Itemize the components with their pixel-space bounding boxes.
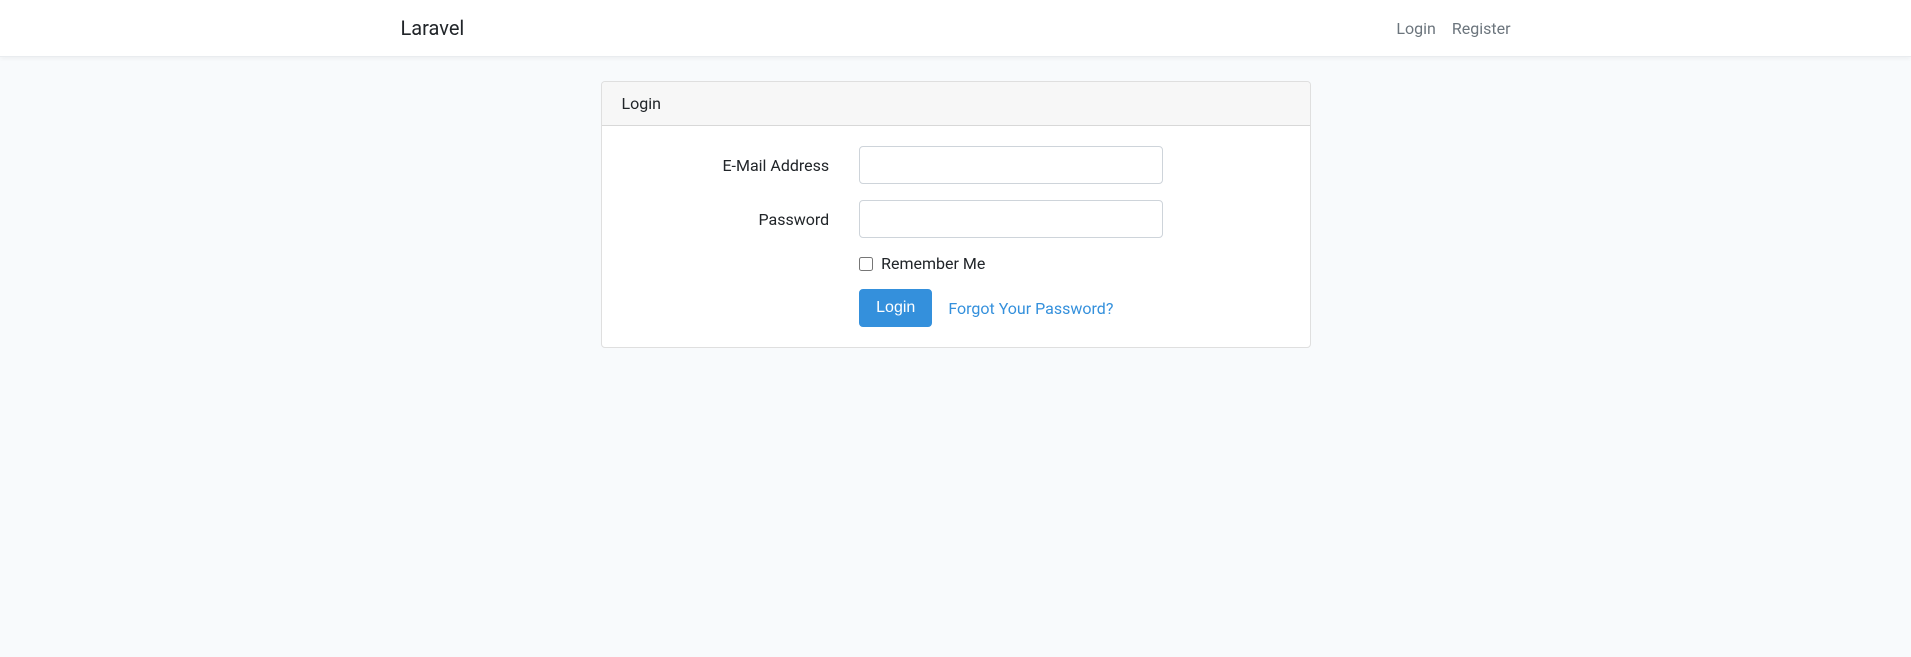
forgot-password-link[interactable]: Forgot Your Password? (948, 299, 1113, 318)
remember-checkbox[interactable] (859, 257, 873, 271)
navbar: Laravel Login Register (0, 0, 1911, 57)
login-form: E-Mail Address Password (622, 146, 1290, 327)
login-button[interactable]: Login (859, 289, 932, 327)
nav-login-link[interactable]: Login (1396, 11, 1435, 46)
login-card: Login E-Mail Address Password (601, 81, 1311, 348)
card-header: Login (602, 82, 1310, 126)
password-field[interactable] (859, 200, 1163, 238)
email-label: E-Mail Address (622, 156, 845, 175)
remember-label: Remember Me (881, 254, 985, 273)
email-field[interactable] (859, 146, 1163, 184)
nav-register-link[interactable]: Register (1452, 11, 1511, 46)
password-label: Password (622, 210, 845, 229)
card-body: E-Mail Address Password (602, 126, 1310, 347)
brand-link[interactable]: Laravel (401, 16, 465, 40)
main-content: Login E-Mail Address Password (0, 57, 1911, 372)
